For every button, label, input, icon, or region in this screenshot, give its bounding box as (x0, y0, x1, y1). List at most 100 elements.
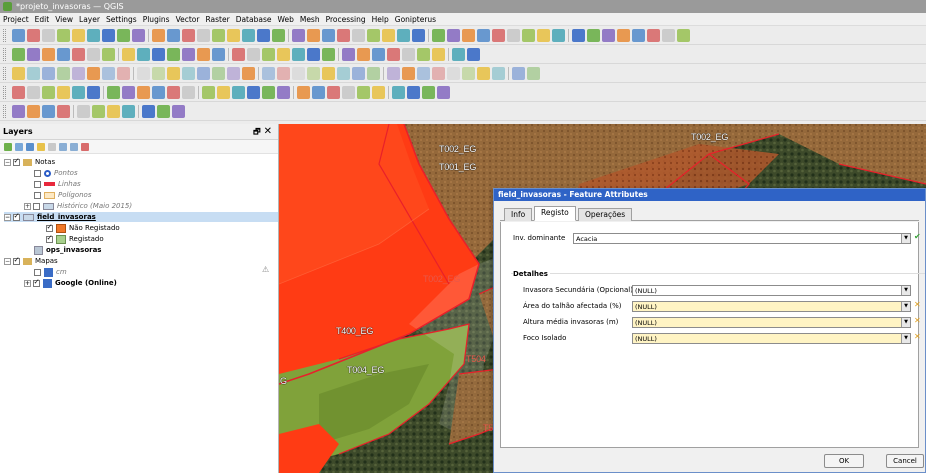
toolbar-tool-icon[interactable] (322, 29, 335, 42)
dropdown-arrow-icon[interactable]: ▼ (901, 334, 910, 343)
toolbar-tool-icon[interactable] (247, 86, 260, 99)
collapse-icon[interactable]: − (4, 213, 11, 221)
toolbar-tool-icon[interactable] (182, 29, 195, 42)
toolbar-tool-icon[interactable] (397, 29, 410, 42)
visibility-checkbox[interactable] (46, 233, 53, 243)
toolbar-tool-icon[interactable] (272, 29, 285, 42)
remove-layer-icon[interactable] (81, 143, 89, 151)
menu-edit[interactable]: Edit (32, 13, 53, 26)
toolbar-tool-icon[interactable] (12, 48, 25, 61)
toolbar-tool-icon[interactable] (152, 48, 165, 61)
toolbar-tool-icon[interactable] (522, 29, 535, 42)
toolbar-tool-icon[interactable] (117, 29, 130, 42)
toolbar-tool-icon[interactable] (42, 48, 55, 61)
toolbar-tool-icon[interactable] (27, 86, 40, 99)
toolbar-tool-icon[interactable] (367, 67, 380, 80)
toolbar-tool-icon[interactable] (72, 48, 85, 61)
toolbar-tool-icon[interactable] (152, 67, 165, 80)
invasora-secundaria-combobox[interactable]: (NULL) ▼ (632, 285, 911, 296)
visibility-checkbox[interactable] (34, 268, 41, 276)
layer-group-mapas[interactable]: −Mapas (4, 255, 58, 266)
tab-info[interactable]: Info (504, 208, 533, 221)
toolbar-tool-icon[interactable] (432, 48, 445, 61)
visibility-checkbox[interactable] (13, 211, 20, 221)
layer-cm[interactable]: cm (34, 267, 67, 277)
toolbar-tool-icon[interactable] (227, 67, 240, 80)
layer-field-invasoras[interactable]: −field_invasoras (4, 211, 278, 222)
cancel-button[interactable]: Cancel (886, 454, 924, 468)
toolbar-tool-icon[interactable] (197, 48, 210, 61)
toolbar-tool-icon[interactable] (122, 48, 135, 61)
toolbar-tool-icon[interactable] (57, 29, 70, 42)
toolbar-tool-icon[interactable] (27, 67, 40, 80)
toolbar-tool-icon[interactable] (337, 67, 350, 80)
toolbar-tool-icon[interactable] (152, 29, 165, 42)
menu-database[interactable]: Database (233, 13, 275, 26)
foco-isolado-combobox[interactable]: (NULL) ▼ (632, 333, 911, 344)
toolbar-tool-icon[interactable] (27, 48, 40, 61)
toolbar-tool-icon[interactable] (447, 29, 460, 42)
toolbar-tool-icon[interactable] (357, 86, 370, 99)
menu-layer[interactable]: Layer (76, 13, 103, 26)
visibility-checkbox[interactable] (33, 202, 40, 210)
toolbar-tool-icon[interactable] (307, 67, 320, 80)
menu-web[interactable]: Web (274, 13, 296, 26)
toolbar-tool-icon[interactable] (402, 67, 415, 80)
toolbar-tool-icon[interactable] (537, 29, 550, 42)
menu-view[interactable]: View (52, 13, 76, 26)
toolbar-tool-icon[interactable] (677, 29, 690, 42)
menu-help[interactable]: Help (369, 13, 392, 26)
toolbar-tool-icon[interactable] (297, 86, 310, 99)
visibility-checkbox[interactable] (46, 222, 53, 232)
toolbar-tool-icon[interactable] (277, 86, 290, 99)
layer-group-notas[interactable]: −Notas (4, 156, 55, 167)
toolbar-tool-icon[interactable] (182, 67, 195, 80)
toolbar-tool-icon[interactable] (632, 29, 645, 42)
toolbar-tool-icon[interactable] (602, 29, 615, 42)
toolbar-tool-icon[interactable] (432, 29, 445, 42)
toolbar-tool-icon[interactable] (292, 48, 305, 61)
expand-all-icon[interactable] (59, 143, 67, 151)
collapse-all-icon[interactable] (70, 143, 78, 151)
toolbar-tool-icon[interactable] (512, 67, 525, 80)
dropdown-arrow-icon[interactable]: ▼ (901, 318, 910, 327)
toolbar-tool-icon[interactable] (477, 67, 490, 80)
tab-registo[interactable]: Registo (534, 206, 576, 221)
toolbar-tool-icon[interactable] (467, 48, 480, 61)
toolbar-tool-icon[interactable] (42, 67, 55, 80)
toolbar-tool-icon[interactable] (102, 29, 115, 42)
toolbar-tool-icon[interactable] (262, 86, 275, 99)
legend-class-nao-registado[interactable]: Não Registado (46, 222, 120, 233)
toolbar-tool-icon[interactable] (72, 29, 85, 42)
menu-settings[interactable]: Settings (103, 13, 140, 26)
toolbar-tool-icon[interactable] (202, 86, 215, 99)
toolbar-tool-icon[interactable] (462, 67, 475, 80)
toolbar-tool-icon[interactable] (307, 29, 320, 42)
toolbar-tool-icon[interactable] (337, 29, 350, 42)
inv-dominante-combobox[interactable]: Acacia ▼ (573, 233, 911, 244)
toolbar-tool-icon[interactable] (12, 86, 25, 99)
toolbar-tool-icon[interactable] (452, 48, 465, 61)
toolbar-tool-icon[interactable] (87, 86, 100, 99)
collapse-icon[interactable]: − (4, 257, 11, 265)
toolbar-tool-icon[interactable] (382, 29, 395, 42)
layer-historico[interactable]: + Histórico (Maio 2015) (24, 201, 132, 211)
toolbar-tool-icon[interactable] (242, 29, 255, 42)
menu-vector[interactable]: Vector (173, 13, 203, 26)
float-panel-icon[interactable]: 🗗 (253, 127, 261, 136)
legend-class-registado[interactable]: Registado (46, 233, 104, 244)
toolbar-tool-icon[interactable] (277, 48, 290, 61)
toolbar-tool-icon[interactable] (107, 86, 120, 99)
toolbar-tool-icon[interactable] (492, 67, 505, 80)
toolbar-tool-icon[interactable] (407, 86, 420, 99)
toolbar-tool-icon[interactable] (102, 48, 115, 61)
toolbar-tool-icon[interactable] (172, 105, 185, 118)
toolbar-tool-icon[interactable] (587, 29, 600, 42)
toolbar-tool-icon[interactable] (262, 48, 275, 61)
toolbar-tool-icon[interactable] (72, 67, 85, 80)
visibility-checkbox[interactable] (34, 169, 41, 177)
toolbar-tool-icon[interactable] (432, 67, 445, 80)
toolbar-tool-icon[interactable] (212, 67, 225, 80)
toolbar-tool-icon[interactable] (342, 48, 355, 61)
expand-icon[interactable]: + (24, 279, 31, 287)
